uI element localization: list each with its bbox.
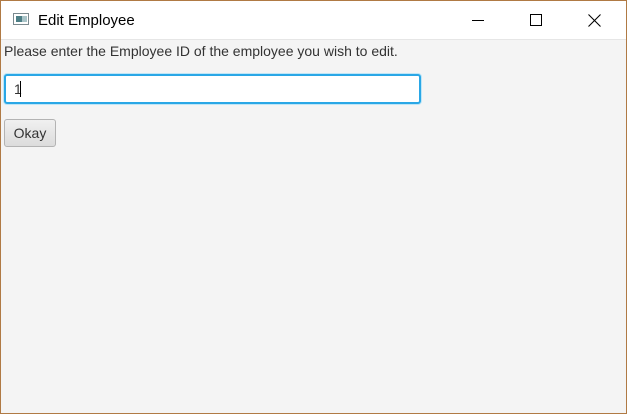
app-window-icon bbox=[13, 13, 29, 25]
minimize-button[interactable] bbox=[449, 1, 507, 39]
text-caret bbox=[20, 81, 21, 97]
maximize-button[interactable] bbox=[507, 1, 565, 39]
edit-employee-window: Edit Employee Please enter the Employee … bbox=[0, 0, 627, 414]
close-button[interactable] bbox=[565, 1, 623, 39]
minimize-icon bbox=[472, 20, 484, 21]
employee-id-input[interactable] bbox=[4, 74, 421, 104]
window-title: Edit Employee bbox=[38, 12, 135, 29]
employee-id-prompt: Please enter the Employee ID of the empl… bbox=[4, 43, 398, 59]
okay-button[interactable]: Okay bbox=[4, 119, 56, 147]
close-icon bbox=[588, 14, 601, 27]
title-bar[interactable]: Edit Employee bbox=[1, 1, 626, 40]
maximize-icon bbox=[530, 14, 542, 26]
